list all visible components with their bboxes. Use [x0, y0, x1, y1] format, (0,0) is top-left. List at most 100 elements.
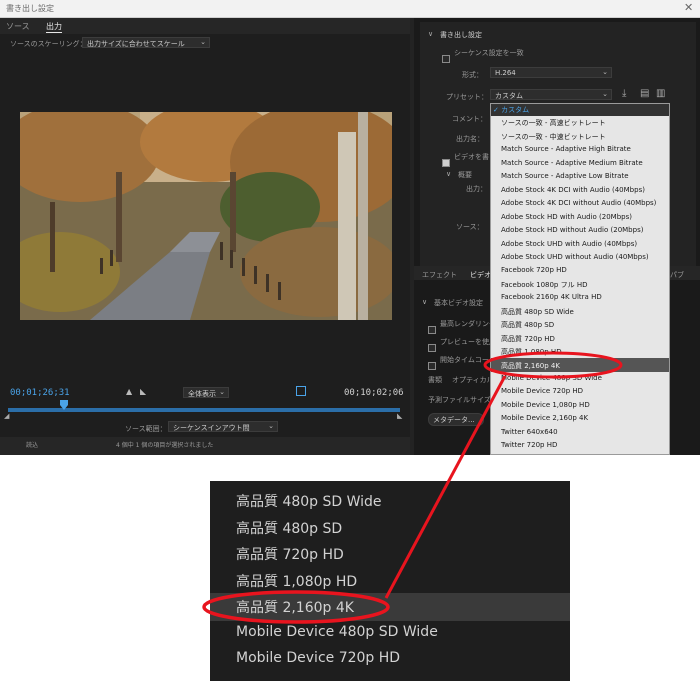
zoom-list-item: 高品質 480p SD	[236, 520, 343, 537]
dropdown-item[interactable]: Twitter 720p HD	[501, 441, 557, 449]
chevron-down-icon: ⌄	[602, 90, 608, 98]
dropdown-item[interactable]: Adobe Stock HD without Audio (20Mbps)	[501, 226, 643, 234]
dropdown-item[interactable]: Mobile Device 2,160p 4K	[501, 414, 588, 422]
set-out-icon[interactable]: ◣	[140, 387, 146, 396]
dropdown-item[interactable]: ソースの一致 - 中速ビットレート	[501, 132, 606, 142]
dropdown-item[interactable]: Match Source - Adaptive Low Bitrate	[501, 172, 629, 180]
close-icon[interactable]: ✕	[684, 1, 693, 14]
video-preview	[20, 112, 392, 320]
zoom-list-item: Mobile Device 720p HD	[236, 650, 401, 666]
dropdown-item[interactable]: Twitter 640x640	[501, 428, 558, 436]
export-settings-title: 書き出し設定	[440, 31, 482, 39]
metadata-button[interactable]: メタデータ...	[428, 413, 484, 426]
format-value: H.264	[495, 69, 516, 77]
status-text: 4 個中 1 個の項目が選択されました	[116, 442, 214, 449]
preset-dropdown-list: ✓ カスタムソースの一致 - 高速ビットレート ソースの一致 - 中速ビットレート…	[490, 103, 670, 455]
dropdown-item[interactable]: Adobe Stock UHD without Audio (40Mbps)	[501, 253, 649, 261]
scaling-select-value: 出力サイズに合わせてスケール	[87, 40, 185, 48]
chevron-down-icon[interactable]: ∨	[422, 298, 427, 306]
tab-publish[interactable]: パブ	[670, 270, 684, 280]
import-label: 書類	[428, 376, 442, 384]
chevron-down-icon[interactable]: ∨	[446, 170, 451, 178]
optional-label: オプティカル	[452, 376, 494, 384]
dropdown-item[interactable]: 高品質 720p HD	[501, 334, 555, 344]
scaling-select[interactable]: 出力サイズに合わせてスケール ⌄	[82, 37, 210, 48]
autumn-park-image	[20, 112, 392, 320]
dropdown-item[interactable]: Adobe Stock HD with Audio (20Mbps)	[501, 213, 632, 221]
dropdown-item-selected[interactable]: ✓ カスタム	[491, 104, 669, 116]
use-preview-checkbox[interactable]	[428, 337, 436, 356]
summary-label: 概要	[458, 171, 472, 179]
chevron-down-icon[interactable]: ∨	[428, 30, 433, 38]
source-range-label: ソース範囲：	[125, 425, 167, 433]
tab-output[interactable]: 出力	[46, 21, 62, 33]
dropdown-item[interactable]: 高品質 1,080p HD	[501, 347, 562, 357]
preset-label: プリセット：	[446, 93, 488, 101]
safe-margin-icon[interactable]	[296, 386, 306, 396]
set-in-icon[interactable]: ▲	[126, 387, 132, 396]
window-title: 書き出し設定	[6, 4, 54, 13]
dropdown-item[interactable]: 高品質 480p SD Wide	[501, 307, 574, 317]
dropdown-item-label: ✓ カスタム	[493, 106, 530, 114]
fit-select[interactable]: 全体表示 ⌄	[183, 387, 229, 398]
comment-label: コメント：	[452, 115, 487, 123]
preset-select[interactable]: カスタム ⌄	[490, 89, 612, 100]
save-preset-icon[interactable]: ⤓	[622, 88, 626, 99]
dropdown-item[interactable]: Mobile Device 720p HD	[501, 387, 583, 395]
chevron-down-icon: ⌄	[200, 38, 206, 46]
summary-source-label: ソース：	[456, 223, 484, 231]
output-name-label: 出力名：	[456, 135, 484, 143]
chevron-down-icon: ⌄	[268, 422, 274, 430]
dropdown-item[interactable]: Facebook 720p HD	[501, 266, 567, 274]
start-timecode-checkbox[interactable]	[428, 355, 436, 374]
zoom-list-item: 高品質 480p SD Wide	[236, 494, 382, 510]
dropdown-item[interactable]: Facebook 2160p 4K Ultra HD	[501, 293, 602, 301]
dropdown-item[interactable]: Mobile Device 1,080p HD	[501, 401, 590, 409]
status-left-text: 読込	[26, 442, 39, 449]
dropdown-item[interactable]: Mobile Device 480p SD Wide	[501, 374, 602, 382]
scaling-label: ソースのスケーリング：	[10, 40, 87, 48]
timecode-current: 00;01;26;31	[10, 388, 70, 398]
dropdown-item[interactable]: Match Source - Adaptive Medium Bitrate	[501, 159, 643, 167]
in-point-icon: ◢	[4, 412, 10, 420]
use-preview-label: プレビューを使用	[440, 338, 496, 346]
import-preset-icon[interactable]: ▤	[640, 88, 649, 99]
title-bar	[0, 0, 700, 18]
out-point-icon: ◣	[397, 412, 403, 420]
chevron-down-icon: ⌄	[219, 388, 225, 396]
max-render-checkbox[interactable]	[428, 319, 436, 338]
zoom-list-item: 高品質 2,160p 4K	[236, 600, 354, 616]
format-select[interactable]: H.264 ⌄	[490, 67, 612, 78]
source-range-select[interactable]: シーケンスインアウト間 ⌄	[168, 421, 278, 432]
metadata-button-label: メタデータ...	[433, 416, 475, 424]
tab-source[interactable]: ソース	[6, 21, 30, 32]
summary-output-label: 出力：	[466, 185, 487, 193]
dropdown-item[interactable]: 高品質 2,160p 4K	[501, 361, 560, 371]
tab-video[interactable]: ビデオ	[470, 270, 491, 280]
playhead-icon[interactable]	[60, 400, 68, 410]
zoom-list-item: 高品質 1,080p HD	[236, 573, 358, 590]
tab-effects[interactable]: エフェクト	[422, 270, 457, 280]
dropdown-item[interactable]: 高品質 480p SD	[501, 320, 554, 330]
preset-value: カスタム	[495, 92, 523, 100]
dropdown-item[interactable]: Match Source - Adaptive High Bitrate	[501, 145, 631, 153]
estimated-size-label: 予測ファイルサイズ：	[428, 396, 498, 404]
trash-icon[interactable]: ▥	[656, 88, 665, 99]
basic-video-label: 基本ビデオ設定	[434, 299, 483, 307]
chevron-down-icon: ⌄	[602, 68, 608, 76]
export-video-checkbox[interactable]	[442, 152, 450, 171]
format-label: 形式：	[462, 71, 483, 79]
source-range-value: シーケンスインアウト間	[173, 424, 250, 432]
fit-select-value: 全体表示	[188, 390, 216, 398]
dropdown-item[interactable]: Adobe Stock UHD with Audio (40Mbps)	[501, 240, 637, 248]
zoomed-dropdown-inset: 高品質 480p SD Wide 高品質 480p SD 高品質 720p HD 高品…	[210, 481, 570, 681]
match-sequence-checkbox[interactable]	[442, 48, 450, 67]
match-sequence-label: シーケンス設定を一致	[454, 49, 524, 57]
dropdown-item[interactable]: Adobe Stock 4K DCI with Audio (40Mbps)	[501, 186, 645, 194]
timecode-duration: 00;10;02;06	[344, 388, 404, 398]
dropdown-item[interactable]: Facebook 1080p フル HD	[501, 280, 587, 290]
zoom-list-item: Mobile Device 480p SD Wide	[236, 623, 438, 640]
zoom-list-item: 高品質 720p HD	[236, 547, 344, 563]
dropdown-item[interactable]: ソースの一致 - 高速ビットレート	[501, 118, 606, 128]
dropdown-item[interactable]: Adobe Stock 4K DCI without Audio (40Mbps…	[501, 199, 656, 207]
